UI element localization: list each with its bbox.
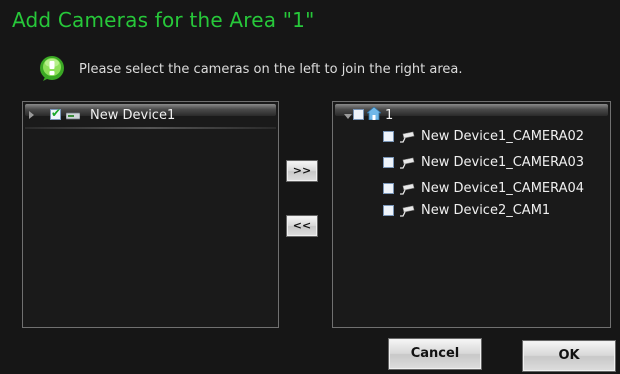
ok-button[interactable]: OK xyxy=(522,340,616,372)
camera-label: New Device2_CAM1 xyxy=(421,203,551,218)
collapse-icon[interactable] xyxy=(344,114,352,119)
camera-checkbox[interactable] xyxy=(383,131,394,142)
camera-icon xyxy=(400,183,415,195)
add-cameras-dialog: Add Cameras for the Area "1" Please sele… xyxy=(0,0,620,374)
camera-icon xyxy=(400,205,415,217)
expand-icon[interactable] xyxy=(29,111,34,119)
available-devices-panel[interactable]: New Device1 xyxy=(22,101,279,328)
panel-divider xyxy=(25,127,276,129)
area-label: 1 xyxy=(385,108,394,123)
camera-icon xyxy=(400,157,415,169)
home-icon xyxy=(367,107,381,120)
tree-item-label: New Device1 xyxy=(90,108,176,123)
area-checkbox[interactable] xyxy=(353,109,364,120)
camera-checkbox[interactable] xyxy=(383,157,394,168)
area-cameras-panel[interactable]: 1 New Device1_CAMERA02 New Device1_CAMER… xyxy=(332,101,611,328)
camera-label: New Device1_CAMERA04 xyxy=(421,181,585,196)
remove-from-area-button[interactable]: << xyxy=(286,215,318,237)
add-to-area-button[interactable]: >> xyxy=(286,160,318,182)
device-checkbox[interactable] xyxy=(50,106,61,120)
info-icon xyxy=(40,56,64,81)
device-icon xyxy=(66,112,80,120)
camera-icon xyxy=(400,131,415,143)
camera-label: New Device1_CAMERA03 xyxy=(421,155,585,170)
camera-label: New Device1_CAMERA02 xyxy=(421,129,585,144)
instruction-text: Please select the cameras on the left to… xyxy=(79,62,463,77)
cancel-button[interactable]: Cancel xyxy=(388,338,482,370)
dialog-title: Add Cameras for the Area "1" xyxy=(12,8,315,32)
camera-checkbox[interactable] xyxy=(383,205,394,216)
camera-checkbox[interactable] xyxy=(383,183,394,194)
